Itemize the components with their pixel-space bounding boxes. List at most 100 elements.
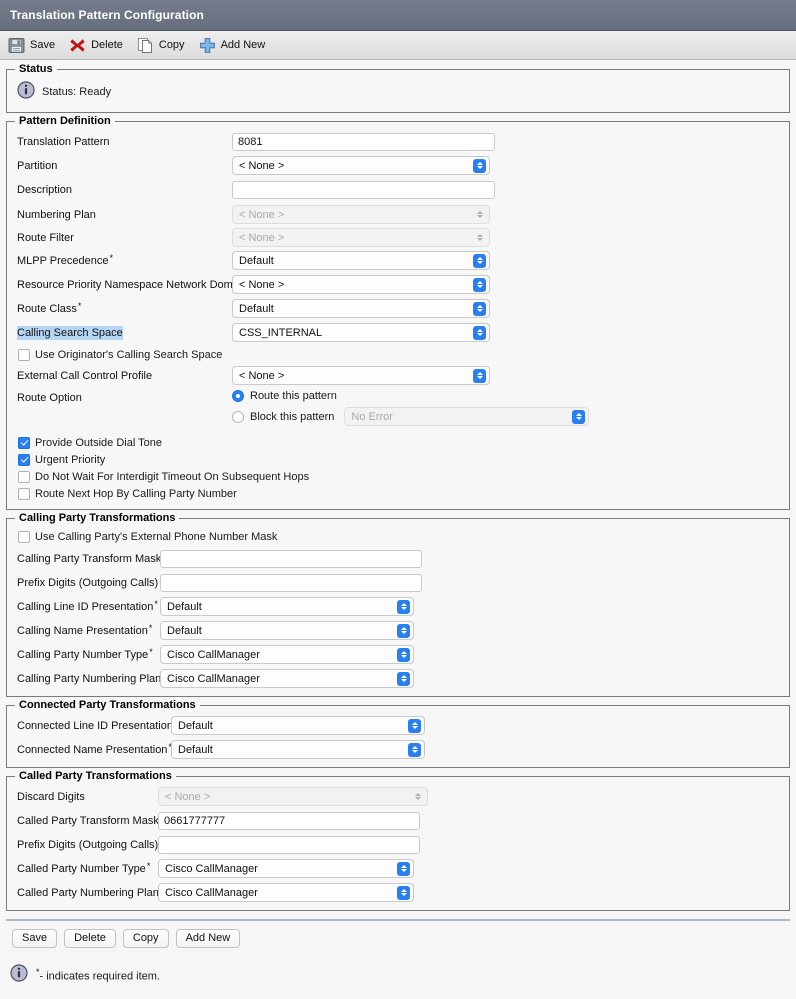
calling-party-numbering-plan-value: Cisco CallManager bbox=[167, 672, 260, 685]
use-external-phone-number-mask-checkbox[interactable] bbox=[18, 530, 30, 543]
block-this-pattern-label: Block this pattern bbox=[250, 410, 335, 423]
bottom-add-new-button[interactable]: Add New bbox=[175, 929, 241, 948]
label-called-prefix-digits: Prefix Digits (Outgoing Calls) bbox=[17, 838, 159, 851]
chevron-updown-icon bbox=[473, 325, 486, 340]
toolbar-delete-button[interactable]: Delete bbox=[69, 37, 123, 54]
row-route-option: Route Option Route this pattern Block th… bbox=[7, 390, 789, 426]
connected-line-id-presentation-value: Default bbox=[178, 719, 213, 732]
connected-name-presentation-value: Default bbox=[178, 743, 213, 756]
row-calling-prefix-digits: Prefix Digits (Outgoing Calls) bbox=[7, 572, 789, 593]
calling-name-presentation-select[interactable]: Default bbox=[160, 621, 414, 640]
provide-outside-dial-tone-label: Provide Outside Dial Tone bbox=[35, 436, 162, 449]
row-called-prefix-digits: Prefix Digits (Outgoing Calls) bbox=[7, 834, 789, 855]
calling-party-numbering-plan-select[interactable]: Cisco CallManager bbox=[160, 669, 414, 688]
required-asterisk: * bbox=[77, 300, 82, 311]
label-calling-line-id-presentation-text: Calling Line ID Presentation bbox=[17, 600, 154, 613]
block-this-pattern-radio[interactable] bbox=[232, 410, 244, 423]
row-partition: Partition < None > bbox=[7, 155, 789, 176]
resource-priority-select[interactable]: < None > bbox=[232, 275, 490, 294]
called-party-transform-mask-input[interactable] bbox=[158, 811, 420, 830]
route-this-pattern-radio[interactable] bbox=[232, 390, 244, 402]
row-route-class: Route Class * Default bbox=[7, 298, 789, 319]
bottom-save-button[interactable]: Save bbox=[12, 929, 58, 948]
label-connected-name-presentation-text: Connected Name Presentation bbox=[17, 743, 168, 756]
label-route-class-text: Route Class bbox=[17, 302, 77, 315]
label-called-party-number-type-text: Called Party Number Type bbox=[17, 862, 146, 875]
row-use-external-phone-number-mask[interactable]: Use Calling Party's External Phone Numbe… bbox=[7, 528, 789, 545]
partition-select[interactable]: < None > bbox=[232, 156, 490, 175]
row-urgent-priority[interactable]: Urgent Priority bbox=[7, 451, 789, 468]
called-party-number-type-value: Cisco CallManager bbox=[165, 862, 258, 875]
toolbar-add-new-button[interactable]: Add New bbox=[199, 37, 265, 54]
chevron-updown-icon bbox=[473, 368, 486, 383]
bottom-delete-button[interactable]: Delete bbox=[64, 929, 116, 948]
calling-party-number-type-select[interactable]: Cisco CallManager bbox=[160, 645, 414, 664]
row-calling-party-transform-mask: Calling Party Transform Mask bbox=[7, 548, 789, 569]
main-toolbar: Save Delete Copy Add New bbox=[0, 31, 796, 60]
called-party-numbering-plan-select[interactable]: Cisco CallManager bbox=[158, 883, 414, 902]
toolbar-copy-button[interactable]: Copy bbox=[137, 37, 185, 54]
label-route-filter: Route Filter bbox=[17, 231, 74, 244]
toolbar-save-label: Save bbox=[30, 39, 56, 51]
calling-search-space-select[interactable]: CSS_INTERNAL bbox=[232, 323, 490, 342]
calling-line-id-presentation-select[interactable]: Default bbox=[160, 597, 414, 616]
block-this-pattern-option[interactable]: Block this pattern No Error bbox=[232, 407, 590, 426]
called-party-transformations-legend: Called Party Transformations bbox=[15, 770, 176, 782]
row-use-originators-css[interactable]: Use Originator's Calling Search Space bbox=[7, 346, 789, 363]
do-not-wait-interdigit-timeout-checkbox[interactable] bbox=[18, 470, 30, 483]
info-icon bbox=[10, 964, 28, 985]
urgent-priority-checkbox[interactable] bbox=[18, 453, 30, 466]
calling-party-transformations-section: Calling Party Transformations Use Callin… bbox=[6, 512, 790, 697]
provide-outside-dial-tone-checkbox[interactable] bbox=[18, 436, 30, 449]
toolbar-copy-label: Copy bbox=[158, 39, 185, 51]
chevron-updown-icon bbox=[411, 790, 424, 804]
row-external-call-control-profile: External Call Control Profile < None > bbox=[7, 365, 789, 386]
connected-name-presentation-select[interactable]: Default bbox=[171, 740, 425, 759]
calling-party-number-type-value: Cisco CallManager bbox=[167, 648, 260, 661]
connected-party-transformations-section: Connected Party Transformations Connecte… bbox=[6, 699, 790, 768]
use-external-phone-number-mask-label: Use Calling Party's External Phone Numbe… bbox=[35, 530, 278, 543]
chevron-updown-icon bbox=[473, 277, 486, 292]
bottom-copy-button[interactable]: Copy bbox=[122, 929, 169, 948]
row-do-not-wait-interdigit-timeout[interactable]: Do Not Wait For Interdigit Timeout On Su… bbox=[7, 468, 789, 485]
calling-party-transform-mask-input[interactable] bbox=[160, 549, 422, 568]
row-provide-outside-dial-tone[interactable]: Provide Outside Dial Tone bbox=[7, 434, 789, 451]
chevron-updown-icon bbox=[473, 231, 486, 245]
copy-page-icon bbox=[137, 37, 154, 54]
called-party-number-type-select[interactable]: Cisco CallManager bbox=[158, 859, 414, 878]
row-calling-party-number-type: Calling Party Number Type * Cisco CallMan… bbox=[7, 644, 789, 665]
use-originators-css-checkbox[interactable] bbox=[18, 348, 30, 361]
label-route-class: Route Class * bbox=[17, 300, 232, 316]
chevron-updown-icon bbox=[408, 742, 421, 757]
route-next-hop-by-calling-party-number-checkbox[interactable] bbox=[18, 487, 30, 500]
route-this-pattern-option[interactable]: Route this pattern bbox=[232, 390, 589, 402]
chevron-updown-icon bbox=[397, 885, 410, 900]
translation-pattern-input[interactable] bbox=[232, 132, 495, 151]
mlpp-precedence-select[interactable]: Default bbox=[232, 251, 490, 270]
row-resource-priority: Resource Priority Namespace Network Doma… bbox=[7, 274, 789, 295]
delete-x-icon bbox=[69, 37, 86, 54]
chevron-updown-icon bbox=[572, 409, 586, 424]
route-class-select[interactable]: Default bbox=[232, 299, 490, 318]
label-calling-search-space-text: Calling Search Space bbox=[17, 325, 123, 340]
page-title: Translation Pattern Configuration bbox=[10, 8, 204, 22]
connected-line-id-presentation-select[interactable]: Default bbox=[171, 716, 425, 735]
label-numbering-plan: Numbering Plan bbox=[17, 208, 96, 221]
calling-prefix-digits-input[interactable] bbox=[160, 573, 422, 592]
description-input[interactable] bbox=[232, 180, 495, 199]
toolbar-save-button[interactable]: Save bbox=[8, 37, 55, 54]
chevron-updown-icon bbox=[473, 158, 486, 173]
mlpp-precedence-value: Default bbox=[239, 254, 274, 267]
status-section: Status Status: Ready bbox=[6, 63, 790, 113]
row-route-next-hop-by-calling-party-number[interactable]: Route Next Hop By Calling Party Number bbox=[7, 485, 789, 502]
called-party-transformations-section: Called Party Transformations Discard Dig… bbox=[6, 770, 790, 911]
called-prefix-digits-input[interactable] bbox=[158, 835, 420, 854]
label-calling-name-presentation-text: Calling Name Presentation bbox=[17, 624, 148, 637]
label-description: Description bbox=[17, 183, 73, 196]
label-connected-line-id-presentation: Connected Line ID Presentation* bbox=[17, 718, 177, 733]
label-called-party-number-type: Called Party Number Type * bbox=[17, 861, 158, 876]
label-called-party-numbering-plan-text: Called Party Numbering Plan bbox=[17, 886, 159, 899]
label-connected-line-id-presentation-text: Connected Line ID Presentation bbox=[17, 719, 173, 732]
chevron-updown-icon bbox=[397, 647, 410, 662]
external-call-control-profile-select[interactable]: < None > bbox=[232, 366, 490, 385]
